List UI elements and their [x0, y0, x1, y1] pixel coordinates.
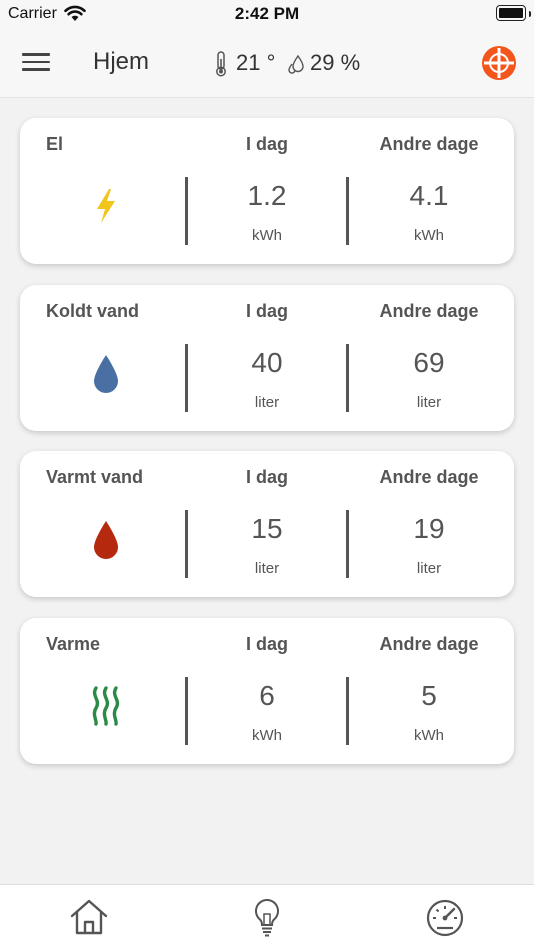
hot-water-card[interactable]: Varmt vand I dag Andre dage 15 19 liter … [20, 451, 514, 597]
status-bar: Carrier 2:42 PM [0, 0, 534, 28]
target-logo-icon[interactable] [481, 45, 517, 81]
other-days-value: 69 [413, 347, 445, 378]
battery-icon [496, 5, 526, 21]
other-days-header: Andre dage [379, 634, 479, 654]
lightbulb-icon[interactable] [247, 897, 287, 939]
electricity-card[interactable]: El I dag Andre dage 1.2 4.1 kWh kWh [20, 118, 514, 264]
humidity-value: 29 % [310, 50, 361, 75]
page-title: Hjem [93, 48, 150, 75]
today-value: 15 [251, 513, 283, 544]
today-header: I dag [245, 467, 288, 487]
today-value: 1.2 [247, 180, 287, 211]
menu-icon[interactable] [22, 50, 50, 74]
card-title: Varmt vand [46, 467, 144, 487]
hot-water-drop-icon [94, 521, 118, 559]
today-header: I dag [245, 634, 288, 654]
thermometer-icon [216, 51, 226, 77]
humidity-drops-icon [288, 54, 304, 74]
cold-water-drop-icon [94, 355, 118, 393]
temperature-value: 21 ° [236, 50, 276, 75]
today-header: I dag [245, 301, 288, 321]
other-days-value: 5 [421, 680, 437, 711]
other-days-value: 19 [413, 513, 445, 544]
home-icon[interactable] [69, 897, 109, 939]
gauge-icon[interactable] [425, 897, 465, 939]
other-days-header: Andre dage [379, 301, 479, 321]
heat-waves-icon [92, 686, 120, 726]
other-days-value: 4.1 [409, 180, 449, 211]
today-value: 40 [251, 347, 283, 378]
cold-water-card[interactable]: Koldt vand I dag Andre dage 40 69 liter … [20, 285, 514, 431]
app-header: Hjem 21 ° 29 % [0, 28, 534, 98]
card-title: El [46, 134, 64, 154]
today-unit: kWh [252, 227, 282, 244]
today-unit: liter [254, 394, 280, 411]
other-days-header: Andre dage [379, 134, 479, 154]
other-days-unit: liter [416, 394, 442, 411]
card-title: Koldt vand [46, 301, 139, 321]
clock: 2:42 PM [234, 4, 300, 23]
today-unit: kWh [252, 727, 282, 744]
today-value: 6 [259, 680, 275, 711]
other-days-unit: kWh [414, 727, 444, 744]
bottom-nav [0, 884, 534, 950]
other-days-unit: kWh [414, 227, 444, 244]
heating-card[interactable]: Varme I dag Andre dage 6 5 kWh kWh [20, 618, 514, 764]
lightning-icon [97, 189, 115, 223]
other-days-unit: liter [416, 560, 442, 577]
other-days-header: Andre dage [379, 467, 479, 487]
card-title: Varme [46, 634, 101, 654]
today-unit: liter [254, 560, 280, 577]
today-header: I dag [245, 134, 288, 154]
